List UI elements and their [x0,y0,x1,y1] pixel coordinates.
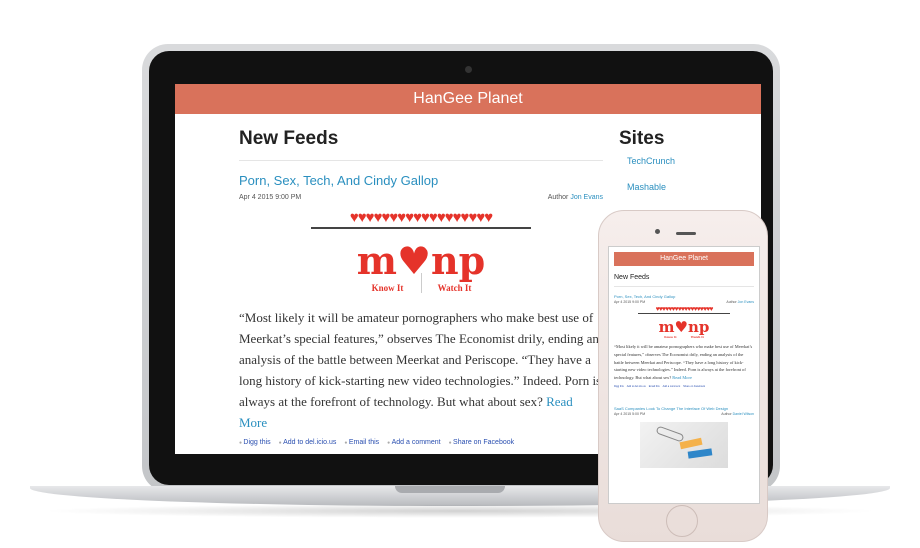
post-title-link[interactable]: Porn, Sex, Tech, And Cindy Gallop [239,173,603,188]
sidebar-item-mashable[interactable]: Mashable [627,182,749,192]
post-body: “Most likely it will be amateur pornogra… [239,310,602,430]
know-it-link[interactable]: Know It [355,283,421,293]
phone-post-title-link[interactable]: Porn, Sex, Tech, And Cindy Gallop [614,294,754,299]
post-meta: Apr 4 2015 9:00 PM Author Jon Evans [239,194,603,201]
watch-it-link[interactable]: Watch It [422,283,488,293]
share-row: Digg this Add to del.icio.us Email this … [239,439,603,446]
sites-sidebar: Sites TechCrunch Mashable [619,128,749,208]
phone-speaker [676,232,696,235]
hearts-banner-image: ♥♥♥♥♥♥♥♥♥♥♥♥♥♥♥♥♥♥ [311,210,531,229]
phone-read-more-link[interactable]: Read More [672,375,692,380]
feeds-heading: New Feeds [239,128,603,161]
phone-feeds-heading: New Feeds [614,274,754,287]
sticky-note-icon [679,437,703,450]
phone-camera-icon [655,229,660,234]
phone-post-body: “Most likely it will be amateur pornogra… [614,344,753,381]
phone-hearts-banner-image: ♥♥♥♥♥♥♥♥♥♥♥♥♥♥♥♥♥♥ [638,306,730,314]
facebook-share-link[interactable]: Share on Facebook [449,439,514,446]
phone-post2-title-link[interactable]: SaaS Companies Look To Change The Interf… [614,406,754,411]
site-header[interactable]: HanGee Planet [175,84,761,114]
camera-icon [465,66,472,73]
phone-screen: HanGee Planet New Feeds Porn, Sex, Tech,… [608,246,760,504]
post-author: Author Jon Evans [547,194,603,201]
phone-post2-meta: Apr 4 2015 5:00 PM Author Daniel Wilson [614,411,754,416]
home-button-icon[interactable] [666,505,698,537]
paperclip-icon [655,425,685,443]
logo-links: Know It Watch It [239,273,603,293]
phone-post2-image [640,421,728,468]
sidebar-item-techcrunch[interactable]: TechCrunch [627,156,749,166]
phone-site-header[interactable]: HanGee Planet [614,252,754,266]
sticky-note-icon [687,448,713,459]
phone-post-meta: Apr 4 2015 9:00 PM Author Jon Evans [614,300,754,304]
email-link[interactable]: Email this [344,439,379,446]
feed-column: New Feeds Porn, Sex, Tech, And Cindy Gal… [239,128,603,446]
phone-share-row: Digg this Add to del.icio.us Email this … [614,384,705,388]
digg-link[interactable]: Digg this [239,439,270,446]
delicious-link[interactable]: Add to del.icio.us [279,439,336,446]
phone-monp-logo: m♥np [658,318,710,336]
post-date: Apr 4 2015 9:00 PM [239,194,302,201]
laptop-notch [395,486,505,493]
sites-heading: Sites [619,128,665,149]
author-link[interactable]: Jon Evans [570,194,603,201]
comment-link[interactable]: Add a comment [387,439,441,446]
